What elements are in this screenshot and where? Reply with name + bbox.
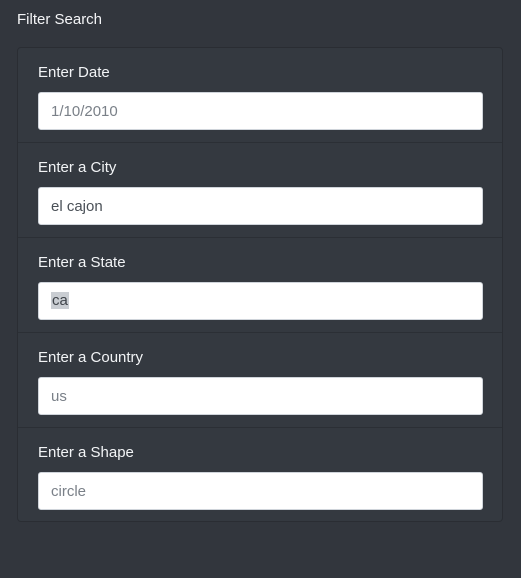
city-input[interactable]: [38, 187, 483, 225]
filter-group-state: Enter a State ca: [18, 238, 502, 333]
filter-group-city: Enter a City: [18, 143, 502, 238]
country-input[interactable]: [38, 377, 483, 415]
country-label: Enter a Country: [38, 349, 144, 366]
state-input-selected-text: ca: [51, 292, 69, 309]
shape-label: Enter a Shape: [38, 444, 134, 461]
filter-group-date: Enter Date: [18, 48, 502, 143]
panel-title: Filter Search: [17, 11, 103, 28]
filter-group-shape: Enter a Shape: [18, 428, 502, 521]
state-label: Enter a State: [38, 254, 126, 271]
shape-input[interactable]: [38, 472, 483, 510]
date-input[interactable]: [38, 92, 483, 130]
filter-panel: Enter Date Enter a City Enter a State ca…: [17, 47, 503, 522]
filter-group-country: Enter a Country: [18, 333, 502, 428]
city-label: Enter a City: [38, 159, 117, 176]
date-label: Enter Date: [38, 64, 110, 81]
state-input[interactable]: ca: [38, 282, 483, 320]
